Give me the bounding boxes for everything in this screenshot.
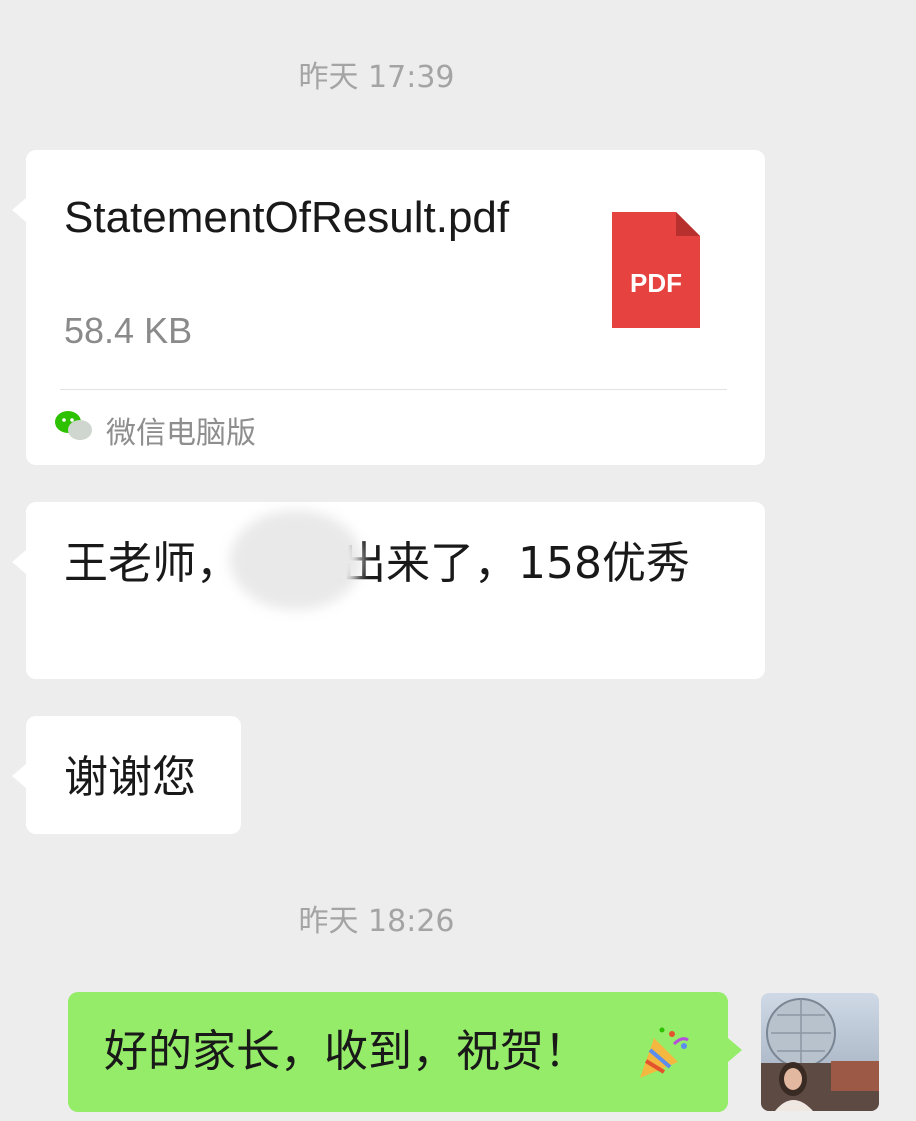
avatar-image	[761, 993, 879, 1111]
message-text: 王老师， 成绩出来了，158优秀	[64, 538, 690, 589]
file-size: 58.4 KB	[64, 310, 193, 351]
chat-timestamp: 昨天 17:39	[298, 60, 455, 95]
pdf-file-icon: PDF	[612, 212, 700, 328]
outgoing-message-bubble[interactable]: 好的家长，收到，祝贺！	[68, 992, 742, 1112]
pdf-label: PDF	[630, 268, 682, 298]
wechat-icon	[55, 411, 92, 440]
message-bubble[interactable]: 谢谢您	[12, 716, 241, 834]
source-label: 微信电脑版	[106, 416, 256, 451]
redaction-blur	[230, 510, 362, 610]
message-bubble[interactable]: 王老师， 成绩出来了，158优秀	[12, 502, 765, 679]
message-text: 好的家长，收到，祝贺！	[104, 1026, 588, 1077]
divider	[60, 389, 727, 390]
party-popper-icon	[640, 1027, 689, 1078]
message-text: 谢谢您	[64, 752, 196, 803]
chat-timestamp: 昨天 18:26	[298, 904, 455, 939]
file-name: StatementOfResult.pdf	[64, 193, 510, 242]
user-avatar[interactable]	[761, 993, 879, 1111]
file-message-card[interactable]: StatementOfResult.pdf 58.4 KB PDF 微信电脑版	[12, 150, 765, 465]
